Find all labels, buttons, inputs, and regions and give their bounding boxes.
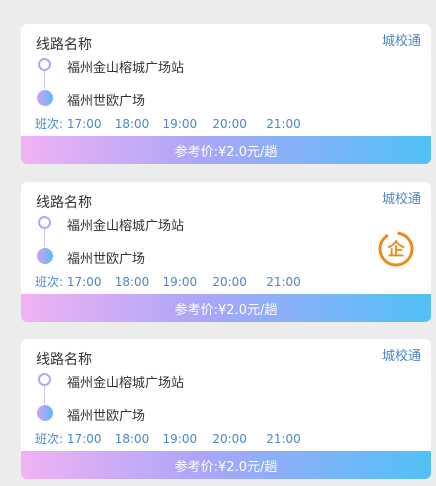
destination-stop: 福州世欧广场 bbox=[67, 94, 146, 109]
route-title: 线路名称 bbox=[36, 352, 92, 368]
origin-stop: 福州金山榕城广场站 bbox=[67, 61, 185, 76]
schedule-time: 19:00 bbox=[162, 432, 198, 446]
schedule-time: 21:00 bbox=[266, 432, 301, 446]
fare-bar: 参考价:¥2.0元/趟 bbox=[21, 136, 431, 164]
route-type-tag: 城校通 bbox=[381, 349, 421, 364]
route-card[interactable]: 线路名称 城校通 福州金山榕城广场站 福州世欧广场 班次: 17:00 18:0… bbox=[21, 339, 431, 479]
schedule-label: 班次: bbox=[35, 117, 64, 131]
schedule: 班次: 17:00 18:00 19:00 20:00 21:00 bbox=[35, 430, 301, 447]
origin-dot-icon bbox=[38, 58, 51, 71]
fare-bar: 参考价:¥2.0元/趟 bbox=[21, 451, 431, 479]
enterprise-badge-label: 企 bbox=[387, 239, 406, 260]
route-type-tag: 城校通 bbox=[381, 34, 421, 49]
destination-dot-icon bbox=[37, 248, 53, 264]
schedule-time: 17:00 bbox=[66, 117, 102, 131]
route-connector bbox=[44, 71, 45, 89]
fare-bar: 参考价:¥2.0元/趟 bbox=[21, 294, 431, 322]
route-type-tag: 城校通 bbox=[381, 192, 421, 207]
schedule-time: 19:00 bbox=[162, 117, 198, 131]
fare-text: 参考价:¥2.0元/趟 bbox=[174, 144, 278, 160]
origin-dot-icon bbox=[38, 373, 51, 386]
route-card[interactable]: 线路名称 城校通 福州金山榕城广场站 福州世欧广场 班次: 17:00 18:0… bbox=[21, 182, 431, 322]
destination-dot-icon bbox=[37, 90, 53, 106]
schedule-time: 18:00 bbox=[114, 432, 150, 446]
schedule: 班次: 17:00 18:00 19:00 20:00 21:00 bbox=[35, 273, 301, 290]
schedule-label: 班次: bbox=[35, 432, 64, 446]
route-list: 线路名称 城校通 福州金山榕城广场站 福州世欧广场 班次: 17:00 18:0… bbox=[0, 0, 436, 486]
schedule-time: 17:00 bbox=[66, 432, 102, 446]
destination-stop: 福州世欧广场 bbox=[67, 409, 146, 424]
origin-dot-icon bbox=[38, 216, 51, 229]
origin-stop: 福州金山榕城广场站 bbox=[67, 376, 185, 391]
route-connector bbox=[44, 229, 45, 247]
schedule-label: 班次: bbox=[35, 275, 64, 289]
destination-dot-icon bbox=[37, 405, 53, 421]
fare-text: 参考价:¥2.0元/趟 bbox=[174, 459, 278, 475]
destination-stop: 福州世欧广场 bbox=[67, 252, 146, 267]
route-title: 线路名称 bbox=[36, 195, 92, 211]
schedule-time: 19:00 bbox=[162, 275, 198, 289]
schedule-time: 17:00 bbox=[66, 275, 102, 289]
schedule-time: 21:00 bbox=[266, 275, 301, 289]
schedule-time: 18:00 bbox=[114, 275, 150, 289]
route-card[interactable]: 线路名称 城校通 福州金山榕城广场站 福州世欧广场 班次: 17:00 18:0… bbox=[21, 24, 431, 164]
route-title: 线路名称 bbox=[36, 37, 92, 53]
schedule-time: 18:00 bbox=[114, 117, 150, 131]
schedule: 班次: 17:00 18:00 19:00 20:00 21:00 bbox=[35, 115, 301, 132]
route-connector bbox=[44, 386, 45, 404]
schedule-time: 20:00 bbox=[212, 117, 247, 131]
origin-stop: 福州金山榕城广场站 bbox=[67, 219, 185, 234]
enterprise-badge-icon: 企 bbox=[378, 231, 414, 267]
schedule-time: 20:00 bbox=[212, 275, 247, 289]
fare-text: 参考价:¥2.0元/趟 bbox=[174, 302, 278, 318]
schedule-time: 20:00 bbox=[212, 432, 247, 446]
schedule-time: 21:00 bbox=[266, 117, 301, 131]
